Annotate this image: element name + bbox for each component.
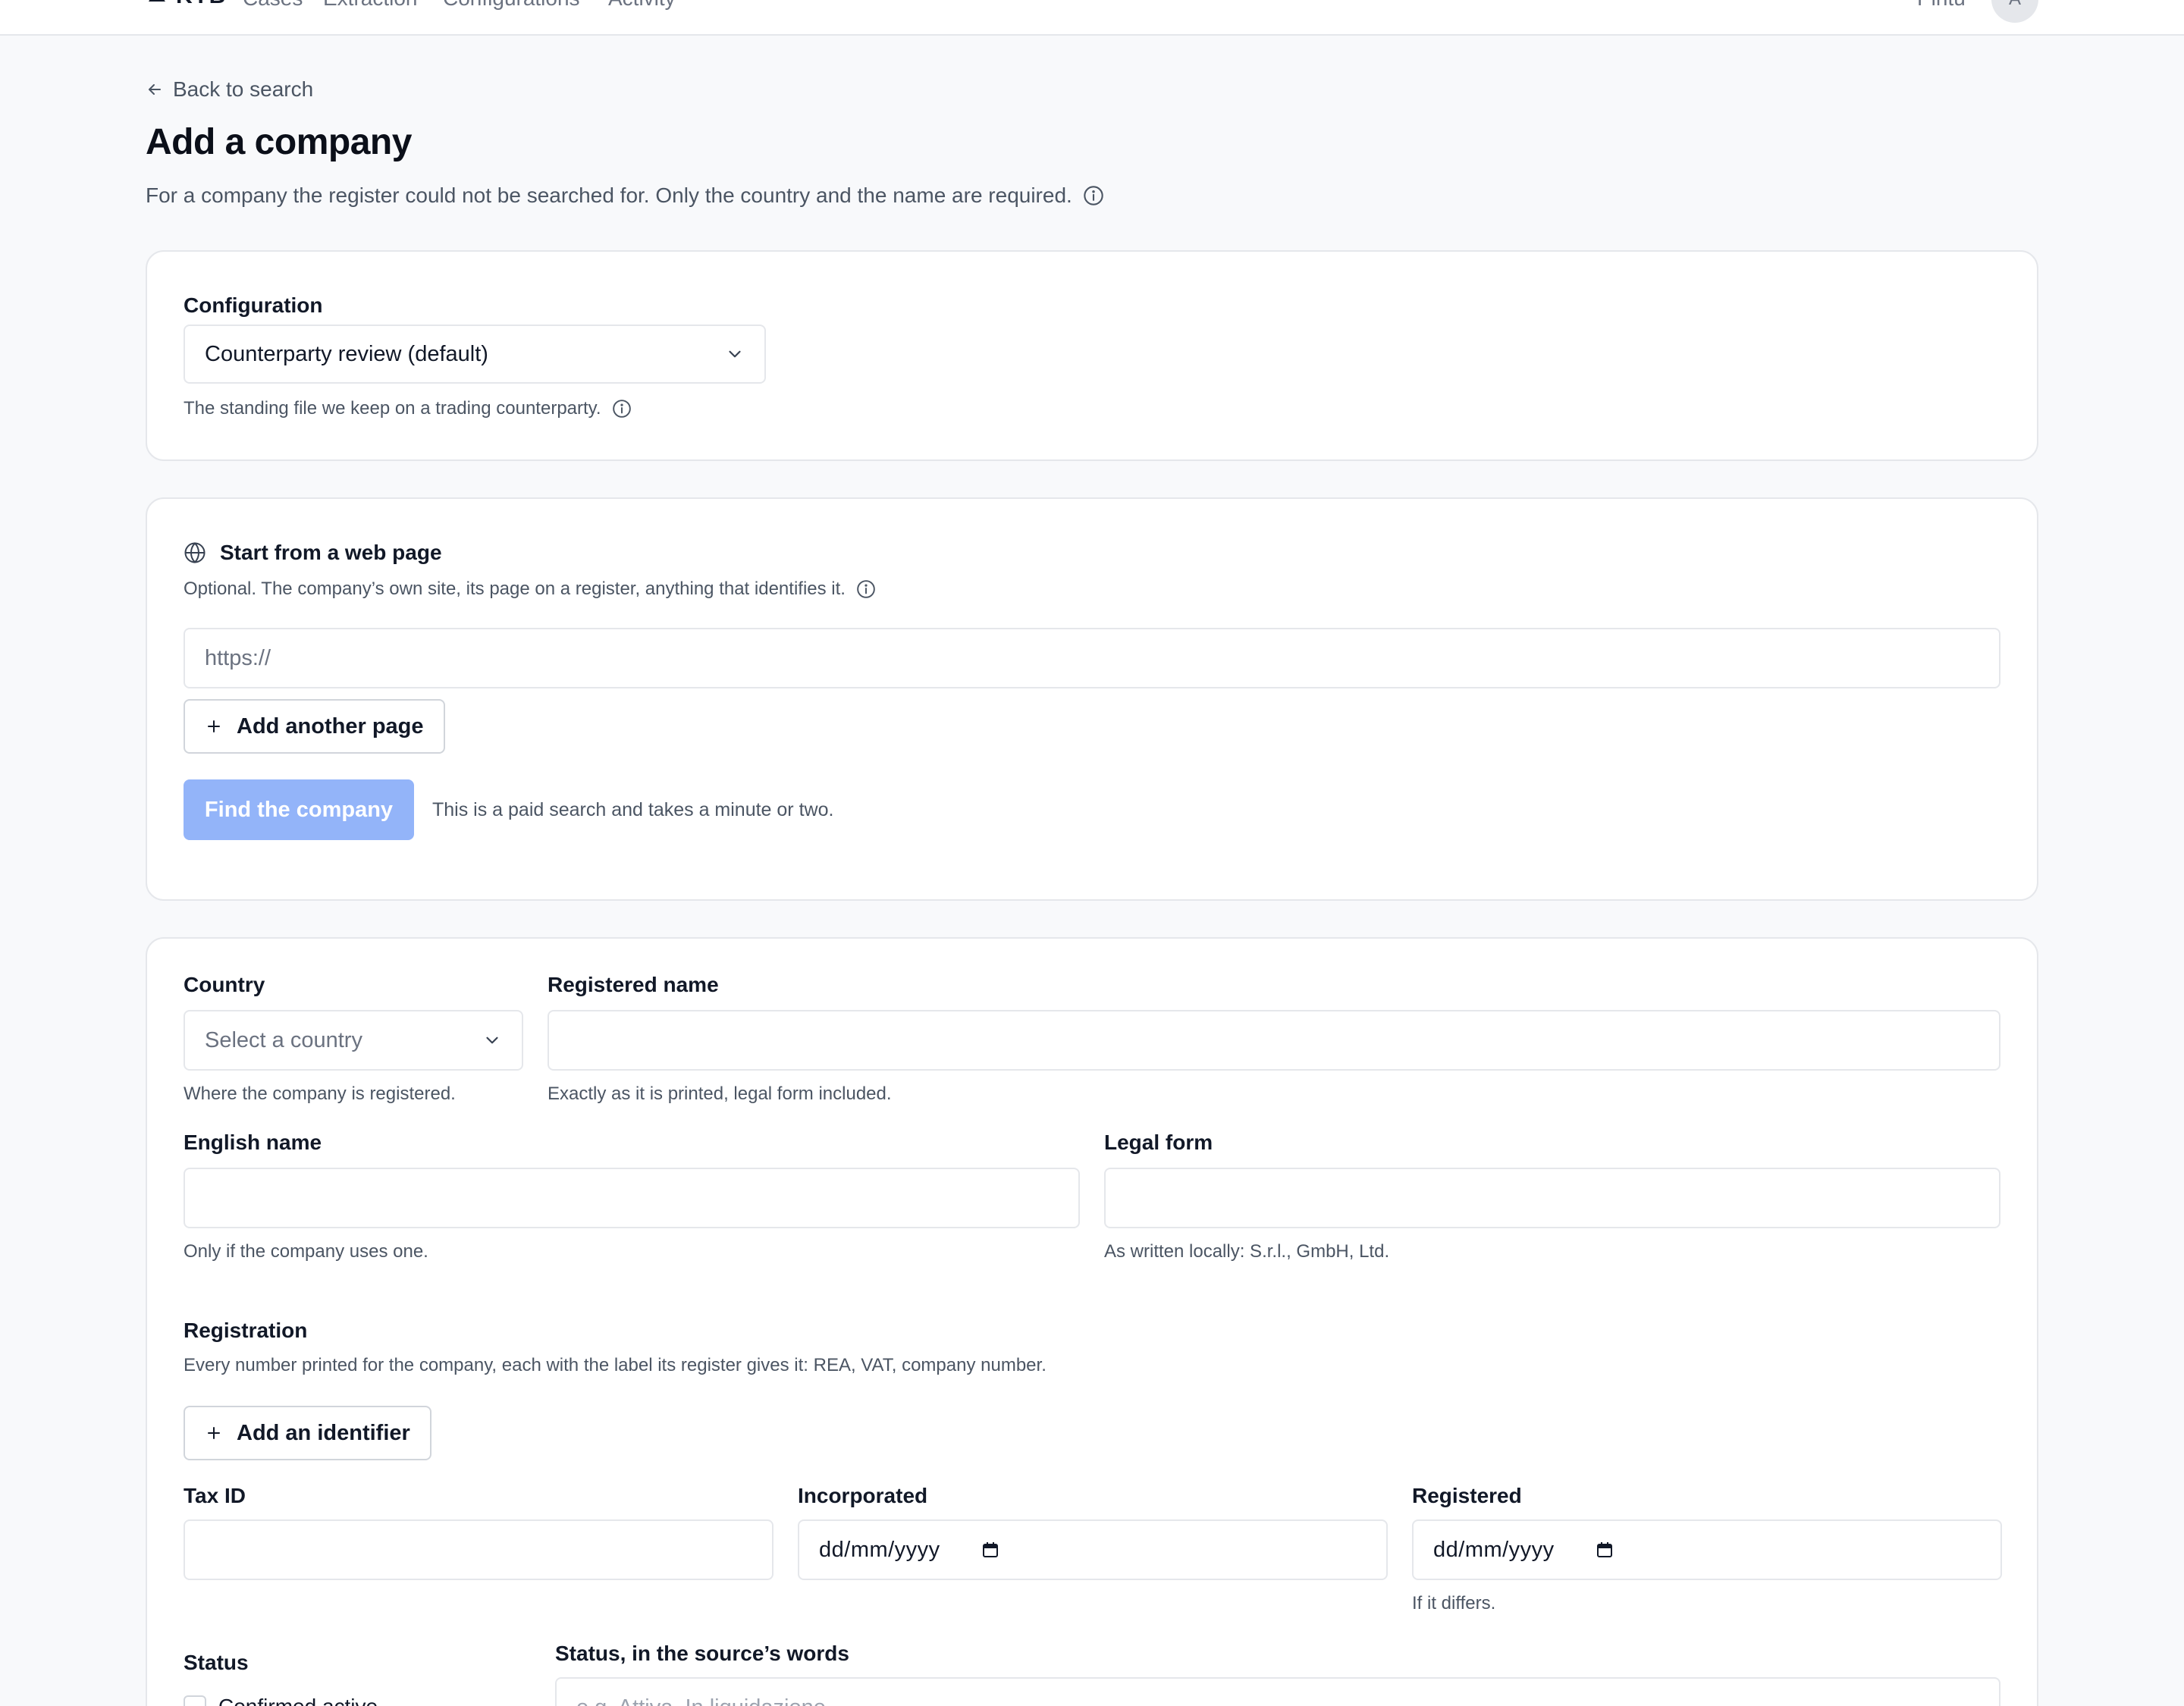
find-company-label: Find the company [204, 797, 394, 822]
url-input[interactable]: https:// [184, 628, 2000, 688]
status-label: Status [184, 1651, 249, 1674]
avatar[interactable]: A [1991, 0, 2038, 23]
configuration-card: Configuration Counterparty review (defau… [146, 250, 2038, 461]
top-navigation: KYB Cases Extraction Configurations Acti… [0, 0, 2184, 36]
country-select[interactable]: Select a country [184, 1010, 523, 1071]
english-name-input[interactable] [184, 1168, 1080, 1228]
find-company-button[interactable]: Find the company [184, 779, 414, 840]
arrow-left-icon [149, 84, 161, 95]
country-help: Where the company is registered. [184, 1083, 456, 1104]
legal-form-label: Legal form [1104, 1131, 1213, 1154]
tax-id-input[interactable] [184, 1519, 774, 1580]
add-identifier-label: Add an identifier [237, 1420, 410, 1445]
registered-date-input[interactable]: dd/mm/yyyy [1412, 1519, 2002, 1580]
status-words-input[interactable]: e.g. Attiva, In liquidazione [555, 1677, 2000, 1706]
back-link-label: Back to search [173, 77, 314, 101]
configuration-help-text: The standing file we keep on a trading c… [184, 398, 601, 419]
info-icon[interactable] [1083, 185, 1104, 206]
add-another-page-label: Add another page [237, 713, 424, 739]
registered-name-label: Registered name [548, 973, 719, 996]
registered-date-help: If it differs. [1412, 1593, 1496, 1613]
page-description: For a company the register could not be … [146, 180, 1104, 211]
chevron-down-icon [486, 1036, 498, 1044]
incorporated-date-input[interactable]: dd/mm/yyyy [798, 1519, 1388, 1580]
tax-id-label: Tax ID [184, 1484, 246, 1507]
nav-item-cases[interactable]: Cases [243, 0, 303, 14]
status-words-placeholder: e.g. Attiva, In liquidazione [576, 1695, 826, 1706]
registration-label: Registration [184, 1319, 308, 1342]
registered-date-value: dd/mm/yyyy [1433, 1537, 1555, 1562]
plus-icon [208, 1427, 220, 1439]
add-identifier-button[interactable]: Add an identifier [184, 1406, 431, 1460]
confirmed-active-label[interactable]: Confirmed active [218, 1692, 378, 1706]
globe-icon [184, 542, 206, 563]
add-another-page-button[interactable]: Add another page [184, 699, 445, 754]
country-label: Country [184, 973, 265, 996]
calendar-icon[interactable] [1596, 1541, 1614, 1559]
english-name-label: English name [184, 1131, 322, 1154]
url-placeholder: https:// [205, 645, 271, 670]
user-name[interactable]: Pintu [1917, 0, 1966, 14]
brand-logo[interactable]: KYB [146, 0, 226, 9]
back-to-search-link[interactable]: Back to search [146, 74, 313, 105]
company-details-card: Country Select a country Where the compa… [146, 937, 2038, 1706]
page-title: Add a company [146, 122, 412, 162]
english-name-help: Only if the company uses one. [184, 1241, 428, 1262]
web-page-title: Start from a web page [220, 541, 442, 564]
status-words-label: Status, in the source’s words [555, 1642, 849, 1665]
registration-help: Every number printed for the company, ea… [184, 1355, 1046, 1375]
configuration-label: Configuration [184, 293, 323, 317]
brand-mark-icon [149, 0, 165, 2]
nav-item-activity[interactable]: Activity [608, 0, 676, 14]
configuration-selected-value: Counterparty review (default) [205, 341, 488, 366]
configuration-help: The standing file we keep on a trading c… [184, 396, 632, 422]
calendar-icon[interactable] [981, 1541, 999, 1559]
registered-name-input[interactable] [548, 1010, 2000, 1071]
nav-item-extraction[interactable]: Extraction [323, 0, 418, 14]
confirmed-active-checkbox[interactable] [184, 1695, 206, 1706]
web-page-card: Start from a web page Optional. The comp… [146, 497, 2038, 901]
chevron-down-icon [729, 350, 741, 358]
web-page-header: Start from a web page [184, 538, 442, 567]
registered-name-help: Exactly as it is printed, legal form inc… [548, 1083, 892, 1104]
plus-icon [208, 720, 220, 732]
country-placeholder: Select a country [205, 1027, 362, 1052]
nav-item-configurations[interactable]: Configurations [443, 0, 580, 14]
info-icon[interactable] [856, 579, 876, 599]
web-page-help-text: Optional. The company’s own site, its pa… [184, 579, 846, 599]
legal-form-input[interactable] [1104, 1168, 2000, 1228]
web-page-help: Optional. The company’s own site, its pa… [184, 576, 876, 602]
incorporated-label: Incorporated [798, 1484, 928, 1507]
brand-name: KYB [176, 0, 226, 9]
page-description-text: For a company the register could not be … [146, 183, 1072, 207]
find-company-note: This is a paid search and takes a minute… [432, 799, 834, 820]
configuration-select[interactable]: Counterparty review (default) [184, 325, 766, 384]
registered-date-label: Registered [1412, 1484, 1522, 1507]
info-icon[interactable] [612, 399, 632, 419]
legal-form-help: As written locally: S.r.l., GmbH, Ltd. [1104, 1241, 1390, 1262]
incorporated-date-value: dd/mm/yyyy [819, 1537, 940, 1562]
